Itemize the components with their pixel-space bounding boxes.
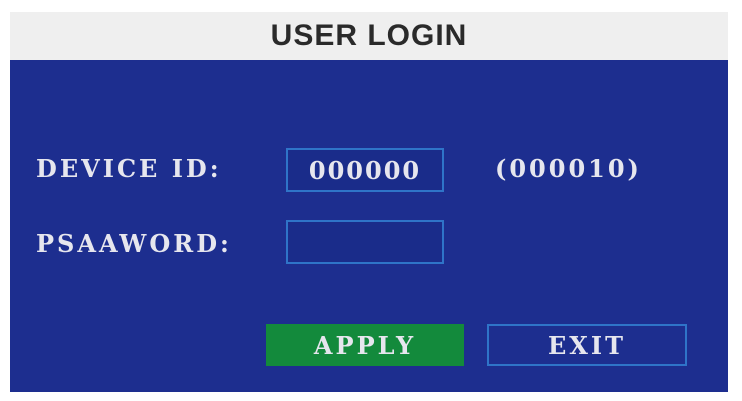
dialog-title: USER LOGIN [270, 19, 468, 52]
login-panel: DEVICE ID: 000000 (000010) PSAAWORD: APP… [10, 60, 728, 392]
device-id-field[interactable]: 000000 [286, 148, 444, 192]
title-bar: USER LOGIN [10, 12, 728, 60]
device-id-label: DEVICE ID: [36, 154, 222, 183]
password-field[interactable] [286, 220, 444, 264]
login-dialog: USER LOGIN DEVICE ID: 000000 (000010) PS… [0, 0, 742, 401]
exit-button[interactable]: EXIT [487, 324, 687, 366]
apply-button[interactable]: APPLY [266, 324, 464, 366]
device-id-hint: (000010) [495, 154, 642, 183]
password-label: PSAAWORD: [36, 229, 232, 258]
